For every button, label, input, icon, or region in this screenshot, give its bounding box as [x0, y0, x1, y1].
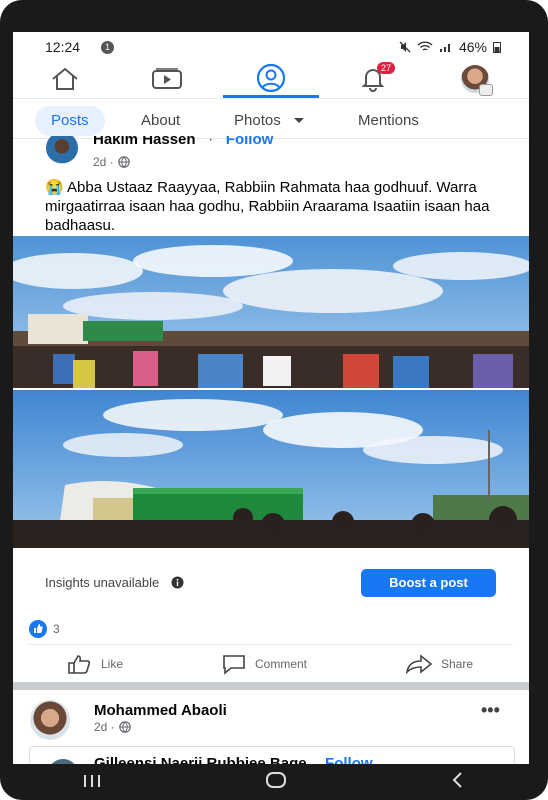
signal-icon	[439, 44, 450, 52]
tab-photos[interactable]: Photos	[234, 106, 305, 136]
back-icon[interactable]	[448, 769, 468, 795]
divider	[29, 644, 513, 645]
comment-icon	[223, 655, 245, 675]
recents-icon[interactable]	[80, 769, 104, 795]
battery-icon	[493, 42, 501, 53]
top-nav: 27	[13, 60, 529, 98]
share-icon	[405, 654, 433, 674]
status-icons: 46%	[399, 39, 501, 55]
avatar	[461, 65, 493, 96]
menu-avatar-button[interactable]	[445, 60, 505, 98]
insights-label: Insights unavailable	[45, 575, 160, 590]
post-2: Mohammed Abaoli 2d · ••• Gilleensi Naeri…	[13, 690, 529, 764]
tab-about[interactable]: About	[141, 106, 180, 136]
globe-icon	[117, 156, 130, 168]
post-time[interactable]: 2d ·	[93, 155, 114, 169]
caret-down-icon	[293, 118, 304, 123]
menu-icon	[479, 84, 493, 96]
battery-percent: 46%	[458, 39, 487, 55]
post-header: Hakim Hassen · Follow 2d ·	[13, 136, 529, 172]
crowd-photo	[13, 236, 529, 388]
system-nav-bar	[0, 764, 548, 800]
insights-row: Insights unavailable	[45, 575, 184, 590]
notifications-badge: 27	[377, 62, 396, 74]
post-avatar[interactable]	[46, 136, 78, 164]
shared-post: Gilleensi Naerii Rubbiee Bage Follow	[29, 746, 515, 764]
more-options-icon[interactable]: •••	[481, 700, 500, 721]
info-icon[interactable]	[171, 576, 184, 589]
shared-author[interactable]: Gilleensi Naerii Rubbiee Bage	[94, 755, 307, 764]
watch-button[interactable]	[137, 60, 197, 98]
post-separator	[13, 682, 529, 690]
reactions-summary[interactable]: 3	[29, 620, 60, 638]
funeral-photo	[13, 390, 529, 548]
globe-icon	[118, 721, 131, 733]
post-avatar[interactable]	[30, 700, 70, 740]
post-text: 😭 Abba Ustaaz Raayyaa, Rabbiin Rahmata h…	[45, 178, 505, 235]
thumbs-up-icon	[68, 655, 91, 674]
home-system-icon[interactable]	[264, 769, 288, 795]
tab-mentions[interactable]: Mentions	[358, 106, 419, 136]
comment-label: Comment	[255, 657, 308, 671]
like-label: Like	[101, 657, 124, 671]
share-label: Share	[441, 657, 474, 671]
like-button[interactable]: Like	[67, 649, 123, 679]
tab-photos-label: Photos	[234, 112, 281, 129]
tab-posts[interactable]: Posts	[35, 106, 105, 136]
notifications-button[interactable]: 27	[343, 60, 403, 98]
crying-emoji-icon: 😭	[45, 179, 64, 196]
profile-tabs: Posts About Photos Mentions	[13, 106, 529, 140]
comment-button[interactable]: Comment	[221, 649, 307, 679]
mute-icon	[399, 41, 411, 53]
post-body: Abba Ustaaz Raayyaa, Rabbiin Rahmata haa…	[45, 179, 490, 234]
video-icon	[152, 68, 182, 89]
wifi-icon	[417, 41, 433, 51]
boost-post-button[interactable]: Boost a post	[361, 569, 496, 597]
separator-dot: ·	[208, 136, 214, 148]
share-button[interactable]: Share	[405, 649, 473, 679]
divider	[13, 98, 529, 99]
home-icon	[52, 67, 78, 90]
post-photo[interactable]	[13, 236, 529, 388]
status-time: 12:24	[45, 39, 81, 55]
post-author[interactable]: Mohammed Abaoli	[94, 702, 227, 719]
follow-button[interactable]: Follow	[325, 755, 373, 764]
post-author[interactable]: Hakim Hassen	[93, 136, 196, 148]
screen: 12:24 1 46% 27 Posts About Photos Mentio…	[13, 32, 529, 764]
post-actions: Like Comment Share	[13, 649, 529, 679]
status-bar: 12:24 1 46%	[13, 32, 529, 60]
like-reaction-icon	[29, 620, 47, 638]
home-button[interactable]	[35, 60, 95, 98]
post-time[interactable]: 2d ·	[94, 720, 115, 734]
notification-count: 1	[101, 41, 114, 54]
follow-button[interactable]: Follow	[226, 136, 274, 148]
profile-button[interactable]	[223, 60, 319, 98]
reaction-count: 3	[53, 622, 60, 636]
post-photo[interactable]	[13, 390, 529, 548]
profile-icon	[256, 63, 286, 92]
